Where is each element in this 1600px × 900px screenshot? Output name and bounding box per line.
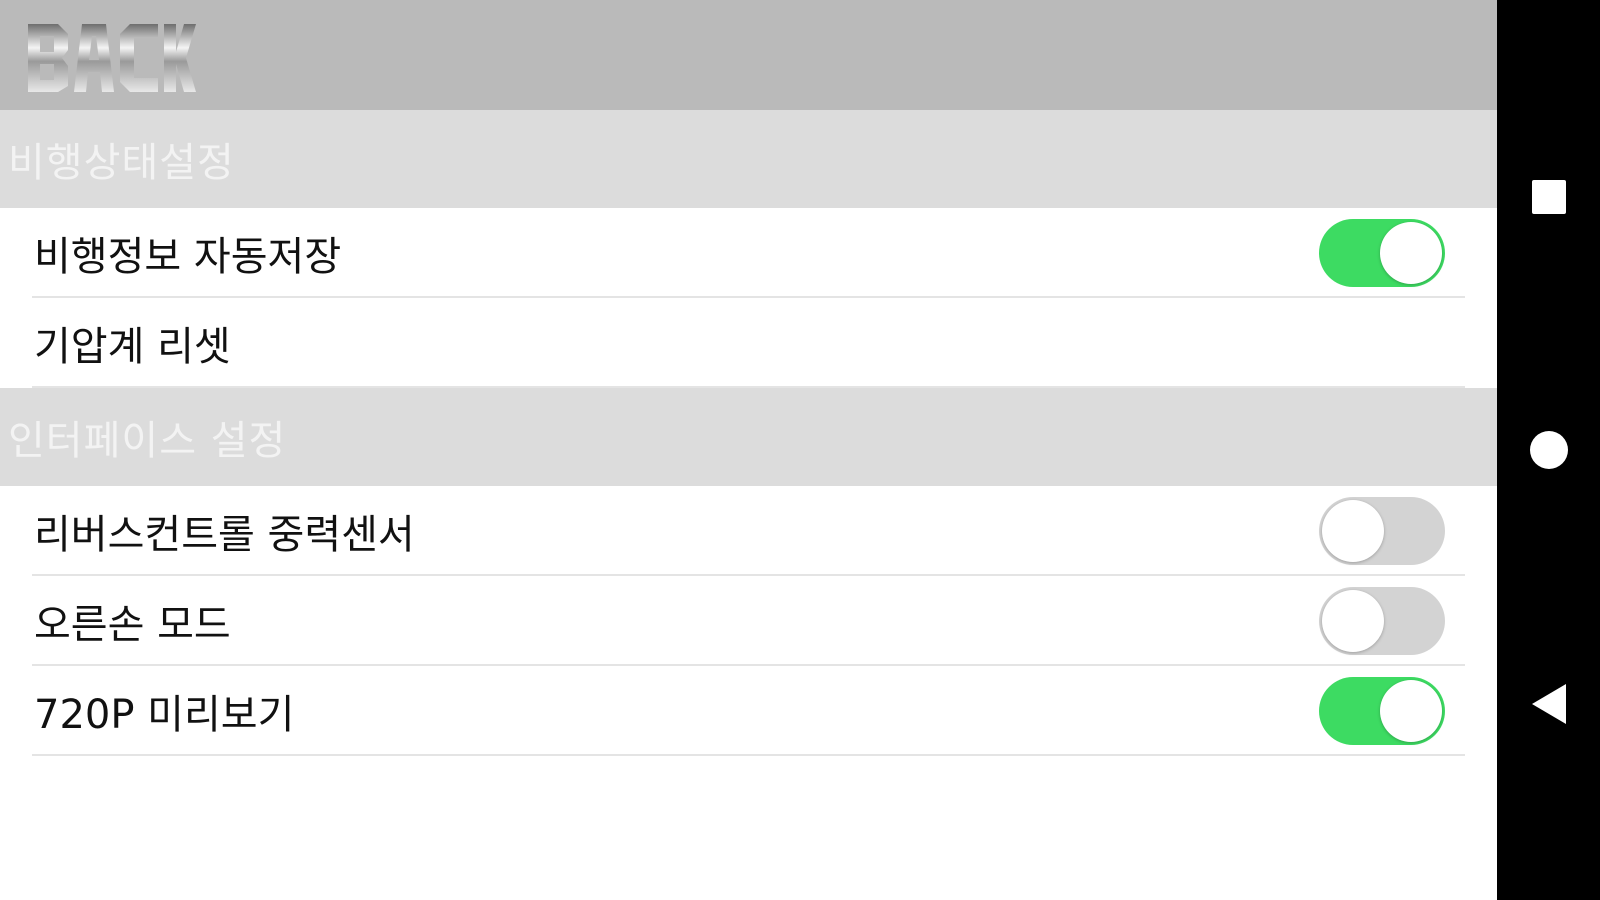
setting-label: 리버스컨트롤 중력센서 bbox=[34, 512, 415, 558]
auto-save-toggle[interactable] bbox=[1319, 219, 1445, 287]
toggle-knob bbox=[1322, 590, 1384, 652]
toggle-knob bbox=[1380, 680, 1442, 742]
section-header-flight-status: 비행상태설정 bbox=[0, 110, 1497, 208]
back-button[interactable]: BACK bbox=[24, 20, 199, 96]
setting-row-right-hand-mode[interactable]: 오른손 모드 bbox=[0, 576, 1497, 666]
setting-row-reverse-gravity-sensor[interactable]: 리버스컨트롤 중력센서 bbox=[0, 486, 1497, 576]
toggle-knob bbox=[1322, 500, 1384, 562]
setting-label: 비행정보 자동저장 bbox=[34, 234, 342, 280]
setting-label: 오른손 모드 bbox=[34, 602, 231, 648]
section-title: 인터페이스 설정 bbox=[8, 418, 287, 464]
setting-row-720p-preview[interactable]: 720P 미리보기 bbox=[0, 666, 1497, 756]
square-recents-icon[interactable] bbox=[1531, 180, 1566, 214]
row-divider bbox=[32, 754, 1465, 756]
settings-screen: BACK 비행상태설정 비행정보 자동저장 기압계 리셋 인터페이스 설정 리버… bbox=[0, 0, 1497, 900]
android-navigation-bar bbox=[1497, 0, 1600, 900]
section-title: 비행상태설정 bbox=[8, 140, 235, 186]
back-logo-icon bbox=[28, 24, 196, 92]
circle-home-icon[interactable] bbox=[1529, 431, 1568, 469]
section-header-interface: 인터페이스 설정 bbox=[0, 388, 1497, 486]
setting-row-auto-save[interactable]: 비행정보 자동저장 bbox=[0, 208, 1497, 298]
setting-label: 기압계 리셋 bbox=[34, 324, 231, 370]
setting-label: 720P 미리보기 bbox=[34, 692, 295, 738]
top-header-bar: BACK bbox=[0, 0, 1497, 110]
preview-720p-toggle[interactable] bbox=[1319, 677, 1445, 745]
setting-row-barometer-reset[interactable]: 기압계 리셋 bbox=[0, 298, 1497, 388]
reverse-gravity-sensor-toggle[interactable] bbox=[1319, 497, 1445, 565]
right-hand-mode-toggle[interactable] bbox=[1319, 587, 1445, 655]
back-label: BACK bbox=[199, 20, 200, 21]
triangle-back-icon[interactable] bbox=[1531, 684, 1566, 724]
toggle-knob bbox=[1380, 222, 1442, 284]
